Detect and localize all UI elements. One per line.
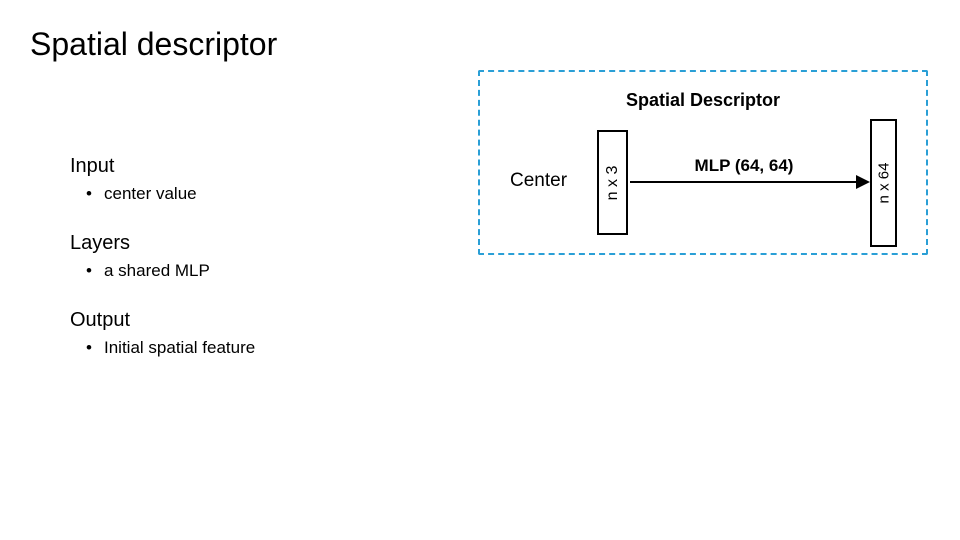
- slide-title: Spatial descriptor: [30, 26, 277, 63]
- spatial-descriptor-diagram: Spatial Descriptor Center n x 3 MLP (64,…: [478, 52, 928, 262]
- arrow-head-icon: [856, 175, 870, 189]
- input-tensor-label: n x 3: [604, 165, 622, 200]
- mlp-label: MLP (64, 64): [630, 156, 858, 176]
- center-label: Center: [510, 170, 567, 192]
- layers-bullet: a shared MLP: [104, 261, 255, 281]
- input-bullet: center value: [104, 184, 255, 204]
- content-area: Input center value Layers a shared MLP O…: [70, 155, 255, 386]
- output-tensor-label: n x 64: [875, 163, 892, 204]
- input-label: Input: [70, 155, 255, 178]
- arrow-line: [630, 181, 858, 183]
- output-tensor-block: n x 64: [870, 119, 897, 247]
- layers-label: Layers: [70, 232, 255, 255]
- input-tensor-block: n x 3: [597, 130, 628, 235]
- output-bullet: Initial spatial feature: [104, 338, 255, 358]
- output-label: Output: [70, 309, 255, 332]
- diagram-title: Spatial Descriptor: [478, 90, 928, 111]
